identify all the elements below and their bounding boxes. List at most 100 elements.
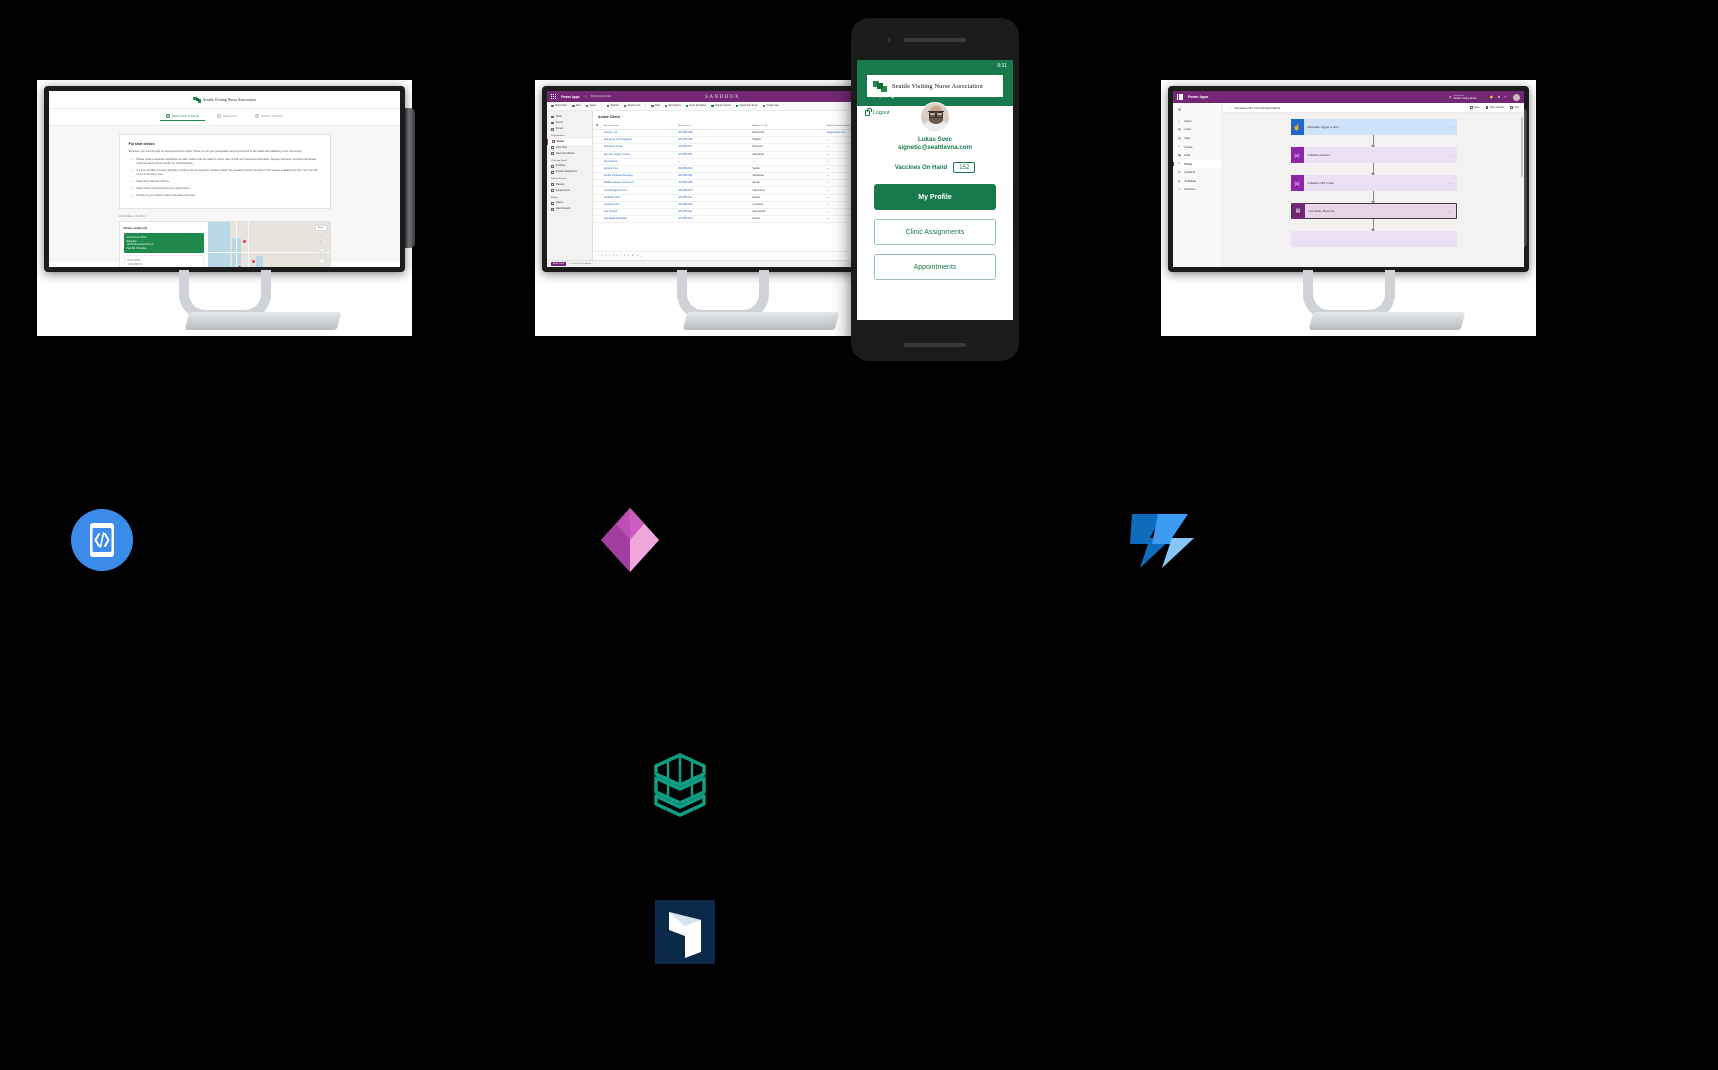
cmd-email-link[interactable]: Email a Link — [623, 104, 640, 108]
cell-account-name[interactable]: Endoscopy Center — [601, 143, 676, 152]
pager-page[interactable]: 9 — [628, 255, 629, 257]
cmd-import-excel[interactable]: Import from Excel — [735, 104, 758, 108]
environment-selector[interactable]: ⛭ Environment Seattle Visiting Nurse ... — [1449, 95, 1479, 100]
cell-account-name[interactable]: Sea Regional Hospital — [601, 215, 676, 224]
waffle-menu-icon[interactable] — [1177, 94, 1183, 100]
cmd-refresh[interactable]: Refresh — [606, 104, 619, 108]
column-header[interactable]: Address 1: City ⌄ — [749, 121, 824, 130]
overflow-menu-icon[interactable]: ⋯ — [1449, 153, 1453, 157]
row-checkbox[interactable] — [593, 158, 601, 166]
sidebar-item-create[interactable]: + Create — [1173, 143, 1222, 152]
flow-step-initialize-cpt-code[interactable]: {x} Initialize CPT Code ⋯ — [1290, 175, 1457, 191]
portal-step-3[interactable]: 3 Confirm & Submit — [255, 114, 283, 121]
view-name[interactable]: Active Client — [598, 115, 620, 119]
row-checkbox[interactable] — [593, 165, 601, 174]
filter-icon[interactable]: ⚙ — [879, 95, 882, 99]
search-icon[interactable]: ⌕ — [873, 95, 875, 99]
cell-account-name[interactable]: Eye Care Surgery Center — [601, 151, 676, 159]
clinic-option-selected[interactable]: Crest Creek VNCA Shoreline 12732 Greenwo… — [123, 233, 204, 254]
map-pin[interactable] — [251, 260, 255, 264]
cmd-run-report[interactable]: Run Report — [664, 104, 681, 108]
map-locate-button[interactable]: ◎ — [318, 238, 325, 245]
cmd-new[interactable]: New — [572, 104, 581, 108]
flow-step-next[interactable] — [1290, 231, 1457, 247]
sidebar-item-claim-reports[interactable]: Claim Reports — [547, 206, 592, 212]
cell-account-name[interactable]: Northside Clinic — [601, 194, 676, 202]
row-checkbox[interactable] — [593, 151, 601, 159]
pager-page[interactable]: 11 — [636, 255, 638, 257]
cell-account-name[interactable]: Sea Hospital — [601, 208, 676, 217]
row-checkbox[interactable] — [593, 172, 601, 181]
pager-page[interactable]: 1 — [598, 255, 599, 257]
map-reset-button[interactable]: Reset — [314, 225, 327, 232]
flow-step-list-claim-records[interactable]: ▤ List Claim Records ⋯ — [1290, 203, 1457, 219]
select-all-checkbox[interactable] — [593, 121, 601, 130]
avatar[interactable] — [1513, 93, 1520, 101]
pager-page[interactable]: 2 — [602, 255, 603, 257]
pager-page[interactable]: 6 — [617, 255, 618, 257]
row-checkbox[interactable] — [593, 179, 601, 188]
clinic-option[interactable]: North VNCA 4 NE 170th St — [123, 255, 204, 267]
map-pin[interactable] — [242, 240, 246, 244]
flow-step-trigger[interactable]: ☝ Manually trigger a flow ⋯ — [1290, 119, 1457, 135]
row-checkbox[interactable] — [593, 136, 601, 145]
sidebar-item-data[interactable]: ▦ Data ⌄ — [1173, 151, 1222, 160]
back-arrow-icon[interactable]: ← — [1228, 106, 1231, 110]
row-checkbox[interactable] — [593, 143, 601, 152]
overflow-menu-icon[interactable]: ⋯ — [1448, 209, 1452, 213]
canvas-scrollbar[interactable] — [1521, 117, 1523, 177]
pager-page[interactable]: 8 — [624, 255, 625, 257]
cell-account-name[interactable]: Lee Management LLC — [601, 186, 676, 195]
help-icon[interactable]: ? — [1504, 95, 1506, 99]
cmd-delete[interactable]: Delete — [585, 104, 596, 108]
appointments-button[interactable]: Appointments — [874, 254, 996, 280]
pager-page[interactable]: 4 — [609, 255, 610, 257]
cmd-export-excel[interactable]: Export to Excel — [711, 104, 731, 108]
cell-account-name[interactable]: Contoso, Ltd — [601, 129, 676, 138]
pager-next-button[interactable]: ▸ — [641, 255, 642, 258]
row-checkbox[interactable] — [593, 215, 601, 224]
avatar[interactable]: ◉ — [891, 95, 894, 99]
cell-account-name[interactable]: Madison Surgery Center LLC — [601, 179, 676, 188]
map-pin[interactable] — [237, 266, 241, 267]
row-checkbox[interactable] — [593, 201, 601, 210]
portal-step-1[interactable]: 1 Select Clinic & Timing — [159, 114, 206, 121]
cell-account-name[interactable]: Ignitions Corp — [601, 165, 676, 174]
row-checkbox[interactable] — [593, 194, 601, 202]
cell-account-name[interactable]: Jardine Northwest Company — [601, 172, 676, 181]
sidebar-item-ai-builder[interactable]: ◈ AI Builder ⌄ — [1173, 177, 1222, 186]
cell-account-name[interactable]: Surgical Center — [601, 201, 676, 210]
automate-brand[interactable]: Power Apps — [1188, 95, 1209, 99]
sidebar-item-flows[interactable]: ⤳ Flows — [1173, 159, 1222, 169]
save-button[interactable]: Save — [1470, 106, 1480, 109]
overflow-menu-icon[interactable]: ⋯ — [1449, 181, 1453, 185]
bell-icon[interactable]: 🔔 — [1490, 95, 1494, 99]
flow-checker-button[interactable]: Flow checker — [1485, 106, 1504, 109]
map-zoom-in-button[interactable]: + — [318, 248, 325, 255]
row-checkbox[interactable] — [593, 129, 601, 138]
sidebar-item-learn[interactable]: ▤ Learn — [1173, 126, 1222, 135]
cmd-excel-templates[interactable]: Excel Templates — [685, 104, 706, 108]
pager-page[interactable]: 5 — [613, 255, 614, 257]
portal-step-2[interactable]: 2 Patient Info — [216, 114, 237, 121]
overflow-menu-icon[interactable]: ⋯ — [1449, 125, 1453, 129]
pager-page[interactable]: 10 — [631, 255, 633, 257]
cmd-show-chart[interactable]: Show Chart — [551, 104, 567, 108]
sidebar-item-apps[interactable]: ▥ Apps — [1173, 134, 1222, 143]
hamburger-icon[interactable]: ☰ — [1173, 107, 1222, 117]
my-profile-button[interactable]: My Profile — [874, 184, 996, 210]
cmd-flow[interactable]: Flow — [650, 104, 660, 108]
column-header[interactable]: Account Name ⌄ — [601, 121, 676, 130]
row-checkbox[interactable] — [593, 208, 601, 217]
map-zoom-out-button[interactable]: − — [318, 258, 325, 265]
clinic-map[interactable]: Reset ◎ + − — [207, 222, 330, 267]
flow-step-initialize-gender[interactable]: {x} Initialize Gender ⋯ — [1290, 147, 1457, 163]
row-checkbox[interactable] — [593, 186, 601, 195]
pager-page[interactable]: 3 — [605, 255, 606, 257]
cmd-create-view[interactable]: Create view — [762, 104, 779, 108]
cell-account-name[interactable]: Endoscopy and Surgicenter — [601, 136, 676, 145]
test-button[interactable]: Test — [1510, 106, 1519, 109]
clinic-assignments-button[interactable]: Clinic Assignments — [874, 219, 996, 245]
cell-account-name[interactable]: Fauna Farms — [601, 158, 676, 166]
column-header[interactable]: Main Phone ⌄ — [675, 121, 750, 130]
